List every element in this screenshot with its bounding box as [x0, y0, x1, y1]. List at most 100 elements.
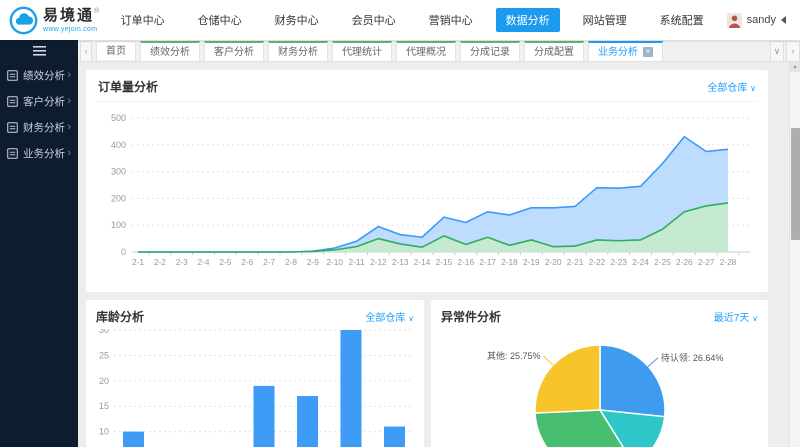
- tab-6[interactable]: 代理概况: [396, 41, 456, 61]
- report-icon: [7, 70, 18, 81]
- svg-text:2-27: 2-27: [698, 257, 715, 267]
- top-header: 易境通® www.yejoin.com 订单中心仓储中心财务中心会员中心营销中心…: [0, 0, 800, 40]
- svg-text:2-14: 2-14: [414, 257, 431, 267]
- svg-text:2-19: 2-19: [523, 257, 540, 267]
- order-volume-panel: 订单量分析 全部仓库 ∨ 01002003004005002-12-22-32-…: [86, 70, 768, 292]
- brand-name: 易境通: [43, 7, 94, 24]
- chevron-down-icon: ∨: [408, 314, 414, 323]
- tab-9[interactable]: 业务分析 ×: [588, 41, 663, 61]
- brand-url: www.yejoin.com: [43, 26, 99, 33]
- range-selector[interactable]: 最近7天 ∨: [714, 309, 758, 324]
- svg-text:2-8: 2-8: [285, 257, 297, 267]
- svg-text:2-1: 2-1: [132, 257, 144, 267]
- svg-text:2-23: 2-23: [610, 257, 627, 267]
- svg-text:400: 400: [111, 140, 126, 150]
- sidebar-item-2[interactable]: 客户分析›: [0, 88, 78, 114]
- report-icon: [7, 148, 18, 159]
- scrollbar[interactable]: ▲: [789, 62, 800, 447]
- tab-label: 财务分析: [278, 44, 318, 61]
- scrollbar-up-arrow[interactable]: ▲: [790, 62, 800, 72]
- svg-text:2-22: 2-22: [589, 257, 606, 267]
- sidebar-item-label: 绩效分析: [23, 68, 67, 83]
- sidebar-item-label: 客户分析: [23, 94, 67, 109]
- svg-text:2-12: 2-12: [370, 257, 387, 267]
- svg-text:2-20: 2-20: [545, 257, 562, 267]
- tab-5[interactable]: 代理统计: [332, 41, 392, 61]
- svg-text:2-7: 2-7: [263, 257, 275, 267]
- stock-age-panel: 库龄分析 全部仓库 ∨ 10 15 20 25 30: [86, 300, 424, 447]
- order-volume-title: 订单量分析: [98, 78, 158, 95]
- tab-4[interactable]: 财务分析: [268, 41, 328, 61]
- chevron-right-icon: ›: [67, 69, 71, 81]
- tab-1[interactable]: 首页: [96, 41, 136, 60]
- tab-7[interactable]: 分成记录: [460, 41, 520, 61]
- tab-2[interactable]: 绩效分析: [140, 41, 200, 61]
- svg-text:2-9: 2-9: [307, 257, 319, 267]
- nav-item-2[interactable]: 仓储中心: [188, 8, 252, 32]
- tab-label: 客户分析: [214, 44, 254, 61]
- sidebar-item-label: 财务分析: [23, 120, 67, 135]
- svg-text:2-28: 2-28: [720, 257, 737, 267]
- cloud-logo-icon: [9, 6, 38, 35]
- scrollbar-thumb[interactable]: [791, 128, 800, 240]
- tab-bar: ‹ 首页绩效分析客户分析财务分析代理统计代理概况分成记录分成配置业务分析× ∨ …: [78, 40, 800, 62]
- nav-item-8[interactable]: 系统配置: [650, 8, 714, 32]
- abnormal-panel: 异常件分析 最近7天 ∨ 待认领: 26.64% 其他: 25.75%: [431, 300, 768, 447]
- svg-text:2-2: 2-2: [154, 257, 166, 267]
- tab-label: 业务分析: [598, 44, 638, 61]
- avatar-icon: [727, 13, 742, 28]
- nav-item-5[interactable]: 营销中心: [419, 8, 483, 32]
- sidebar-item-4[interactable]: 业务分析›: [0, 140, 78, 166]
- sidebar-collapse-button[interactable]: [0, 40, 78, 62]
- svg-text:2-24: 2-24: [632, 257, 649, 267]
- svg-text:25: 25: [99, 350, 109, 360]
- warehouse-selector[interactable]: 全部仓库 ∨: [707, 79, 756, 94]
- main-nav: 订单中心仓储中心财务中心会员中心营销中心数据分析网站管理系统配置: [111, 8, 727, 32]
- sidebar-item-1[interactable]: 绩效分析›: [0, 62, 78, 88]
- chevron-down-icon: ∨: [750, 84, 756, 93]
- svg-text:2-25: 2-25: [654, 257, 671, 267]
- report-icon: [7, 96, 18, 107]
- svg-text:2-26: 2-26: [676, 257, 693, 267]
- tab-label: 分成记录: [470, 44, 510, 61]
- svg-text:2-6: 2-6: [241, 257, 253, 267]
- svg-text:待认领: 26.64%: 待认领: 26.64%: [661, 352, 724, 363]
- svg-text:20: 20: [99, 376, 109, 386]
- tab-8[interactable]: 分成配置: [524, 41, 584, 61]
- username: sandy: [747, 14, 776, 26]
- report-icon: [7, 122, 18, 133]
- pie-slice-4: [535, 345, 600, 413]
- tab-collapse-button[interactable]: ∨: [770, 41, 784, 61]
- svg-text:2-13: 2-13: [392, 257, 409, 267]
- svg-text:其他: 25.75%: 其他: 25.75%: [487, 350, 541, 361]
- svg-text:2-18: 2-18: [501, 257, 518, 267]
- tab-scroll-right-button[interactable]: ›: [786, 41, 800, 61]
- user-menu[interactable]: sandy: [727, 13, 800, 28]
- svg-text:10: 10: [99, 427, 109, 437]
- brand-logo[interactable]: 易境通® www.yejoin.com: [0, 6, 111, 35]
- stock-age-title: 库龄分析: [96, 308, 144, 325]
- abnormal-title: 异常件分析: [441, 308, 501, 325]
- chevron-right-icon: ›: [67, 121, 71, 133]
- nav-item-7[interactable]: 网站管理: [573, 8, 637, 32]
- tab-3[interactable]: 客户分析: [204, 41, 264, 61]
- nav-item-3[interactable]: 财务中心: [265, 8, 329, 32]
- nav-item-4[interactable]: 会员中心: [342, 8, 406, 32]
- nav-item-1[interactable]: 订单中心: [111, 8, 175, 32]
- svg-text:30: 30: [99, 329, 109, 335]
- svg-text:2-3: 2-3: [176, 257, 188, 267]
- tab-close-icon[interactable]: ×: [643, 47, 653, 57]
- chevron-down-icon: ∨: [752, 314, 758, 323]
- sidebar-item-3[interactable]: 财务分析›: [0, 114, 78, 140]
- svg-text:200: 200: [111, 193, 126, 203]
- abnormal-pie-chart: 待认领: 26.64% 其他: 25.75%: [441, 329, 758, 447]
- tab-scroll-left-button[interactable]: ‹: [80, 41, 92, 61]
- nav-item-6[interactable]: 数据分析: [496, 8, 560, 32]
- svg-text:0: 0: [121, 247, 126, 257]
- warehouse-selector-2[interactable]: 全部仓库 ∨: [365, 309, 414, 324]
- svg-text:15: 15: [99, 401, 109, 411]
- svg-text:300: 300: [111, 167, 126, 177]
- svg-text:2-4: 2-4: [198, 257, 210, 267]
- svg-text:2-15: 2-15: [436, 257, 453, 267]
- sidebar: 绩效分析›客户分析›财务分析›业务分析›: [0, 40, 78, 447]
